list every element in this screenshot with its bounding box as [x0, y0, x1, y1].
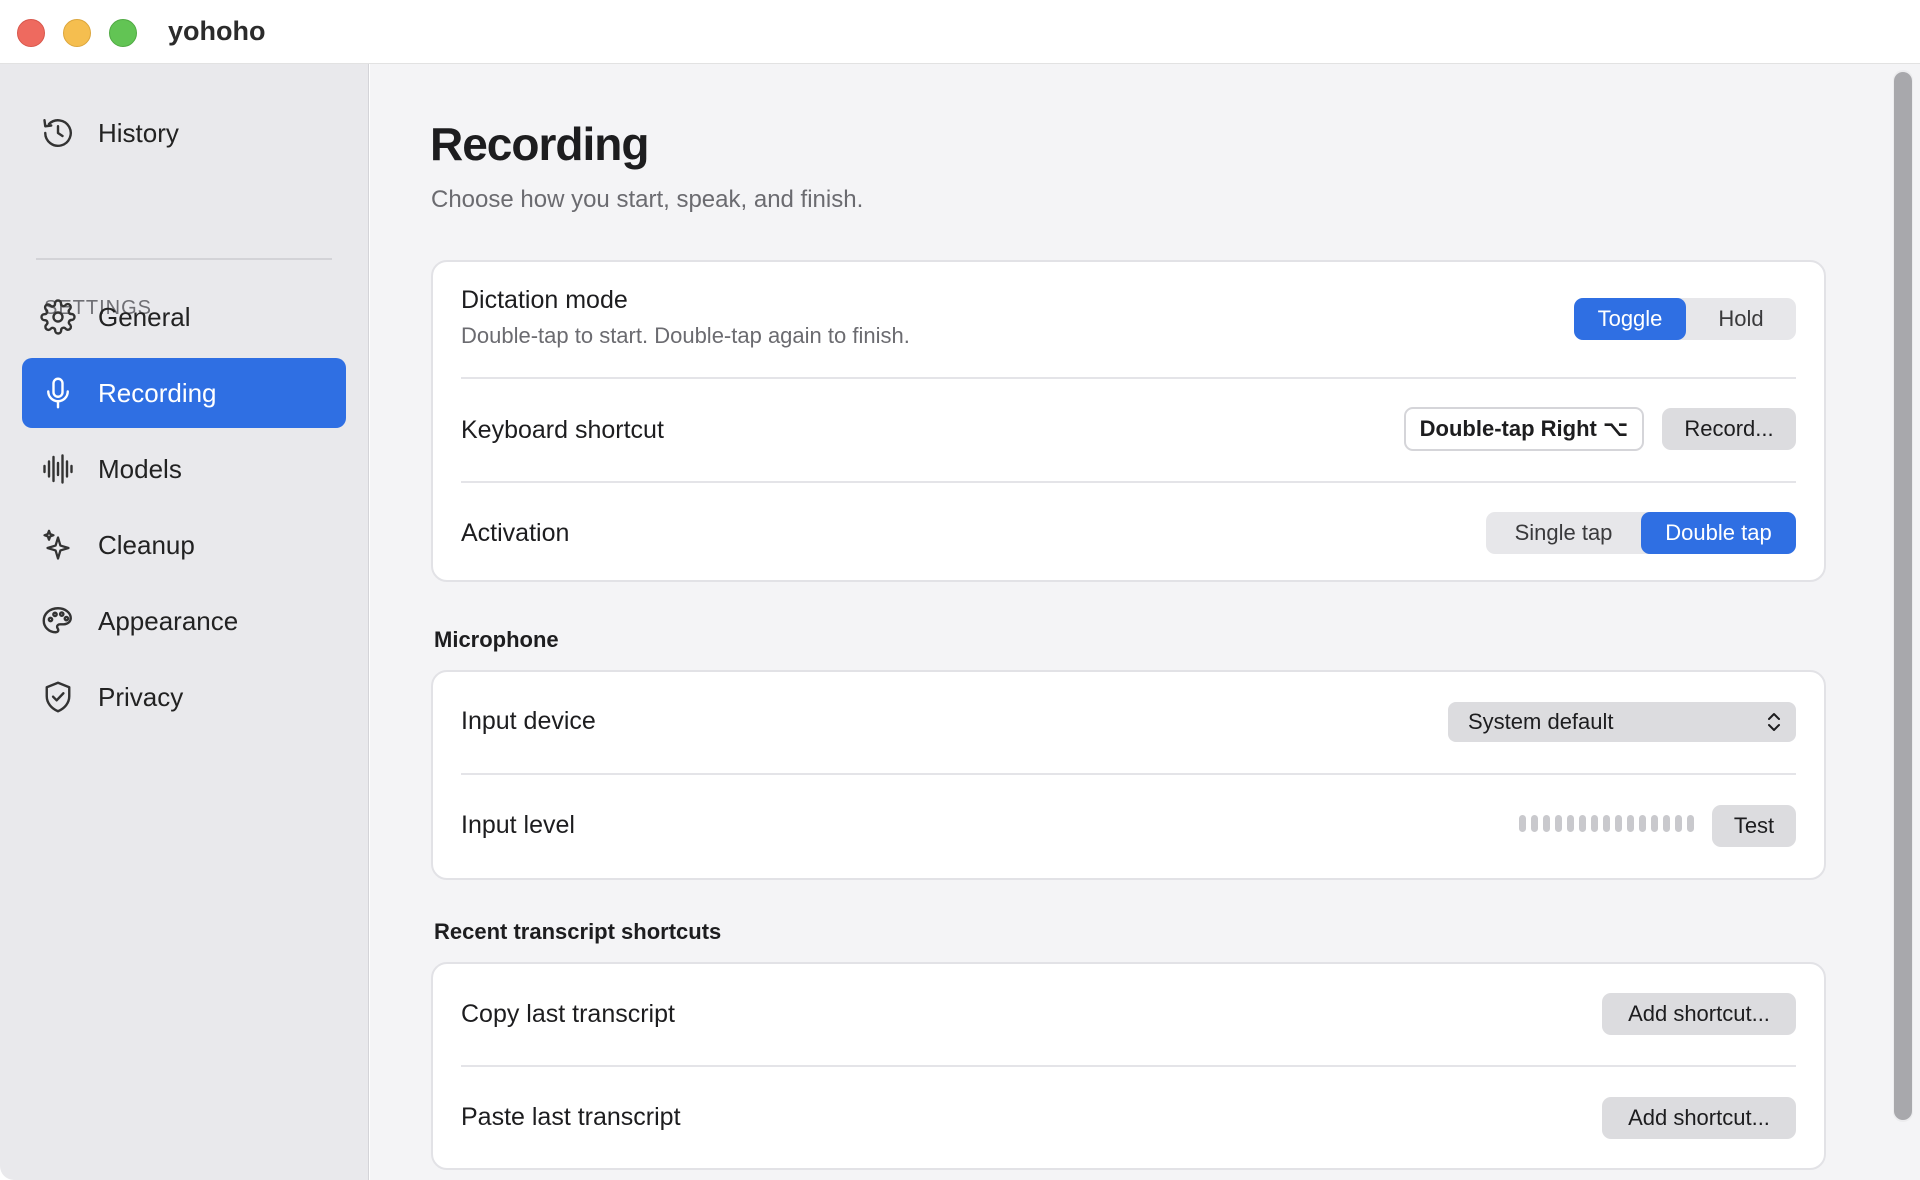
level-meter-segment — [1543, 815, 1550, 832]
up-down-chevron-icon — [1768, 713, 1780, 731]
level-meter-segment — [1591, 815, 1598, 832]
activation-double-tap-option[interactable]: Double tap — [1641, 512, 1796, 554]
dictation-mode-description: Double-tap to start. Double-tap again to… — [461, 323, 910, 348]
sparkles-icon — [40, 527, 76, 563]
sidebar-item-history[interactable]: History — [22, 98, 346, 168]
sidebar-item-label: Cleanup — [98, 529, 195, 560]
level-meter-segment — [1675, 815, 1682, 832]
recent-shortcuts-card: Copy last transcript Add shortcut... Pas… — [431, 962, 1826, 1170]
level-meter-segment — [1639, 815, 1646, 832]
level-meter-segment — [1603, 815, 1610, 832]
level-meter-segment — [1555, 815, 1562, 832]
recent-shortcuts-heading: Recent transcript shortcuts — [434, 919, 722, 944]
sidebar-item-general[interactable]: General — [22, 282, 346, 352]
dictation-settings-card: Dictation mode Double-tap to start. Doub… — [431, 260, 1826, 582]
level-meter-segment — [1615, 815, 1622, 832]
zoom-window-button[interactable] — [109, 19, 137, 47]
test-microphone-button[interactable]: Test — [1712, 805, 1796, 847]
dictation-mode-toggle-option[interactable]: Toggle — [1574, 298, 1686, 340]
paste-add-shortcut-button[interactable]: Add shortcut... — [1602, 1097, 1796, 1139]
keyboard-shortcut-title: Keyboard shortcut — [461, 416, 664, 444]
keyboard-shortcut-value[interactable]: Double-tap Right ⌥ — [1404, 407, 1644, 451]
microphone-icon — [40, 375, 76, 411]
input-level-row: Input level Test — [461, 775, 1796, 879]
dictation-mode-row: Dictation mode Double-tap to start. Doub… — [461, 262, 1796, 378]
main-content: Recording Choose how you start, speak, a… — [370, 64, 1920, 1180]
level-meter-segment — [1531, 815, 1538, 832]
sidebar-item-cleanup[interactable]: Cleanup — [22, 510, 346, 580]
activation-title: Activation — [461, 519, 570, 547]
paste-last-transcript-title: Paste last transcript — [461, 1103, 681, 1131]
palette-icon — [40, 603, 76, 639]
minimize-window-button[interactable] — [63, 19, 91, 47]
sidebar-divider — [36, 258, 332, 260]
activation-row: Activation Single tap Double tap — [461, 483, 1796, 583]
gear-icon — [40, 299, 76, 335]
level-meter-segment — [1579, 815, 1586, 832]
dictation-mode-title: Dictation mode — [461, 286, 628, 314]
level-meter-segment — [1519, 815, 1526, 832]
title-bar: yohoho — [0, 0, 1920, 64]
level-meter-segment — [1651, 815, 1658, 832]
dictation-mode-segmented-control: Toggle Hold — [1574, 298, 1796, 340]
sidebar-item-label: Models — [98, 453, 182, 484]
keyboard-shortcut-row: Keyboard shortcut Double-tap Right ⌥ Rec… — [461, 379, 1796, 481]
microphone-card: Input device System default Input level — [431, 670, 1826, 880]
input-device-value: System default — [1468, 709, 1614, 734]
sidebar-item-label: Recording — [98, 377, 217, 408]
scrollbar-thumb[interactable] — [1894, 72, 1912, 1120]
copy-add-shortcut-button[interactable]: Add shortcut... — [1602, 993, 1796, 1035]
sidebar: History SETTINGS General Recording Model… — [0, 64, 369, 1180]
paste-last-transcript-row: Paste last transcript Add shortcut... — [461, 1067, 1796, 1169]
activation-single-tap-option[interactable]: Single tap — [1486, 512, 1641, 554]
microphone-heading: Microphone — [434, 627, 559, 652]
copy-last-transcript-row: Copy last transcript Add shortcut... — [461, 964, 1796, 1066]
window-title: yohoho — [168, 16, 266, 46]
waveform-icon — [40, 451, 76, 487]
close-window-button[interactable] — [17, 19, 45, 47]
input-device-row: Input device System default — [461, 672, 1796, 774]
shield-check-icon — [40, 679, 76, 715]
sidebar-item-label: Privacy — [98, 681, 184, 712]
record-shortcut-button[interactable]: Record... — [1662, 408, 1796, 450]
history-icon — [40, 115, 76, 151]
level-meter-segment — [1567, 815, 1574, 832]
sidebar-item-models[interactable]: Models — [22, 434, 346, 504]
sidebar-item-recording[interactable]: Recording — [22, 358, 346, 428]
input-device-title: Input device — [461, 707, 596, 735]
input-level-title: Input level — [461, 811, 575, 839]
activation-segmented-control: Single tap Double tap — [1486, 512, 1796, 554]
sidebar-item-appearance[interactable]: Appearance — [22, 586, 346, 656]
level-meter-segment — [1627, 815, 1634, 832]
sidebar-item-label: General — [98, 301, 191, 332]
input-level-meter — [1519, 815, 1694, 832]
sidebar-item-label: History — [98, 117, 179, 148]
sidebar-item-privacy[interactable]: Privacy — [22, 662, 346, 732]
dictation-mode-hold-option[interactable]: Hold — [1686, 298, 1796, 340]
level-meter-segment — [1663, 815, 1670, 832]
copy-last-transcript-title: Copy last transcript — [461, 1000, 675, 1028]
page-title: Recording — [430, 118, 649, 170]
input-device-select[interactable]: System default — [1448, 702, 1796, 742]
page-subtitle: Choose how you start, speak, and finish. — [431, 186, 864, 213]
level-meter-segment — [1687, 815, 1694, 832]
sidebar-item-label: Appearance — [98, 605, 239, 636]
